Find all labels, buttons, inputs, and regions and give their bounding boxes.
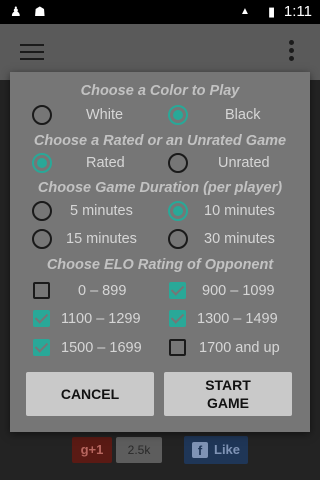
radio-button-selected[interactable] (168, 201, 188, 221)
radio-rated[interactable]: Rated (32, 152, 152, 176)
radio-white[interactable]: White (32, 104, 152, 128)
radio-unrated-label: Unrated (218, 155, 270, 171)
radio-black[interactable]: Black (168, 104, 298, 128)
checkbox-elo-1500-1699-label: 1500 – 1699 (61, 340, 142, 356)
radio-button[interactable] (32, 105, 52, 125)
checkbox-elo-0-899[interactable]: 0 – 899 (32, 280, 162, 304)
checkbox-elo-900-1099[interactable]: 900 – 1099 (168, 280, 303, 304)
android-icon: ☗ (34, 4, 46, 19)
radio-button-selected[interactable] (32, 153, 52, 173)
checkbox-elo-1100-1299-label: 1100 – 1299 (61, 311, 141, 327)
checkbox-elo-1700-up-label: 1700 and up (199, 340, 280, 356)
radio-10-minutes-label: 10 minutes (204, 203, 275, 219)
google-plus-button[interactable]: g+1 (72, 437, 112, 463)
color-heading: Choose a Color to Play (80, 83, 240, 99)
start-game-button-label: START GAME (205, 377, 251, 411)
radio-30-minutes[interactable]: 30 minutes (168, 228, 303, 252)
radio-5-minutes-label: 5 minutes (70, 203, 133, 219)
radio-10-minutes[interactable]: 10 minutes (168, 200, 303, 224)
checkbox-checked[interactable] (33, 339, 50, 356)
facebook-like-button[interactable]: f Like (184, 436, 248, 464)
checkbox[interactable] (169, 339, 186, 356)
checkbox-checked[interactable] (169, 282, 186, 299)
status-bar: ♟ ☗ ▲ ▮ 1:11 (0, 0, 320, 24)
radio-button[interactable] (168, 229, 188, 249)
battery-icon: ▮ (268, 4, 276, 19)
radio-5-minutes[interactable]: 5 minutes (32, 200, 162, 224)
radio-button[interactable] (32, 229, 52, 249)
lte-signal-icon: ▲ (240, 6, 250, 17)
radio-15-minutes-label: 15 minutes (66, 231, 137, 247)
checkbox-checked[interactable] (33, 310, 50, 327)
checkbox-elo-1300-1499[interactable]: 1300 – 1499 (168, 308, 303, 332)
google-plus-count: 2.5k (116, 437, 162, 463)
checkbox-elo-1300-1499-label: 1300 – 1499 (197, 311, 278, 327)
checkbox-elo-1700-up[interactable]: 1700 and up (168, 337, 303, 361)
checkbox[interactable] (33, 282, 50, 299)
rated-heading: Choose a Rated or an Unrated Game (33, 133, 287, 149)
duration-heading: Choose Game Duration (per player) (37, 180, 283, 196)
radio-rated-label: Rated (86, 155, 125, 171)
radio-button[interactable] (168, 153, 188, 173)
menu-icon[interactable] (20, 44, 44, 62)
cancel-button-label: CANCEL (60, 386, 120, 402)
radio-15-minutes[interactable]: 15 minutes (32, 228, 162, 252)
checkbox-checked[interactable] (169, 310, 186, 327)
radio-30-minutes-label: 30 minutes (204, 231, 275, 247)
radio-white-label: White (86, 107, 124, 123)
radio-black-label: Black (225, 107, 261, 123)
checkbox-elo-0-899-label: 0 – 899 (78, 283, 127, 299)
elo-heading: Choose ELO Rating of Opponent (46, 257, 274, 273)
notification-icon: ♟ (10, 4, 22, 19)
radio-button-selected[interactable] (168, 105, 188, 125)
overflow-menu-icon[interactable] (289, 40, 295, 64)
radio-unrated[interactable]: Unrated (168, 152, 298, 176)
checkbox-elo-1100-1299[interactable]: 1100 – 1299 (32, 308, 162, 332)
checkbox-elo-1500-1699[interactable]: 1500 – 1699 (32, 337, 162, 361)
radio-button[interactable] (32, 201, 52, 221)
new-game-dialog: Choose a Color to Play White Black Choos… (10, 72, 310, 432)
facebook-icon: f (192, 442, 208, 458)
checkbox-elo-900-1099-label: 900 – 1099 (202, 283, 275, 299)
status-time: 1:11 (283, 3, 312, 20)
facebook-like-label: Like (214, 442, 241, 457)
cancel-button[interactable]: CANCEL (26, 372, 154, 416)
start-game-button[interactable]: START GAME (164, 372, 292, 416)
